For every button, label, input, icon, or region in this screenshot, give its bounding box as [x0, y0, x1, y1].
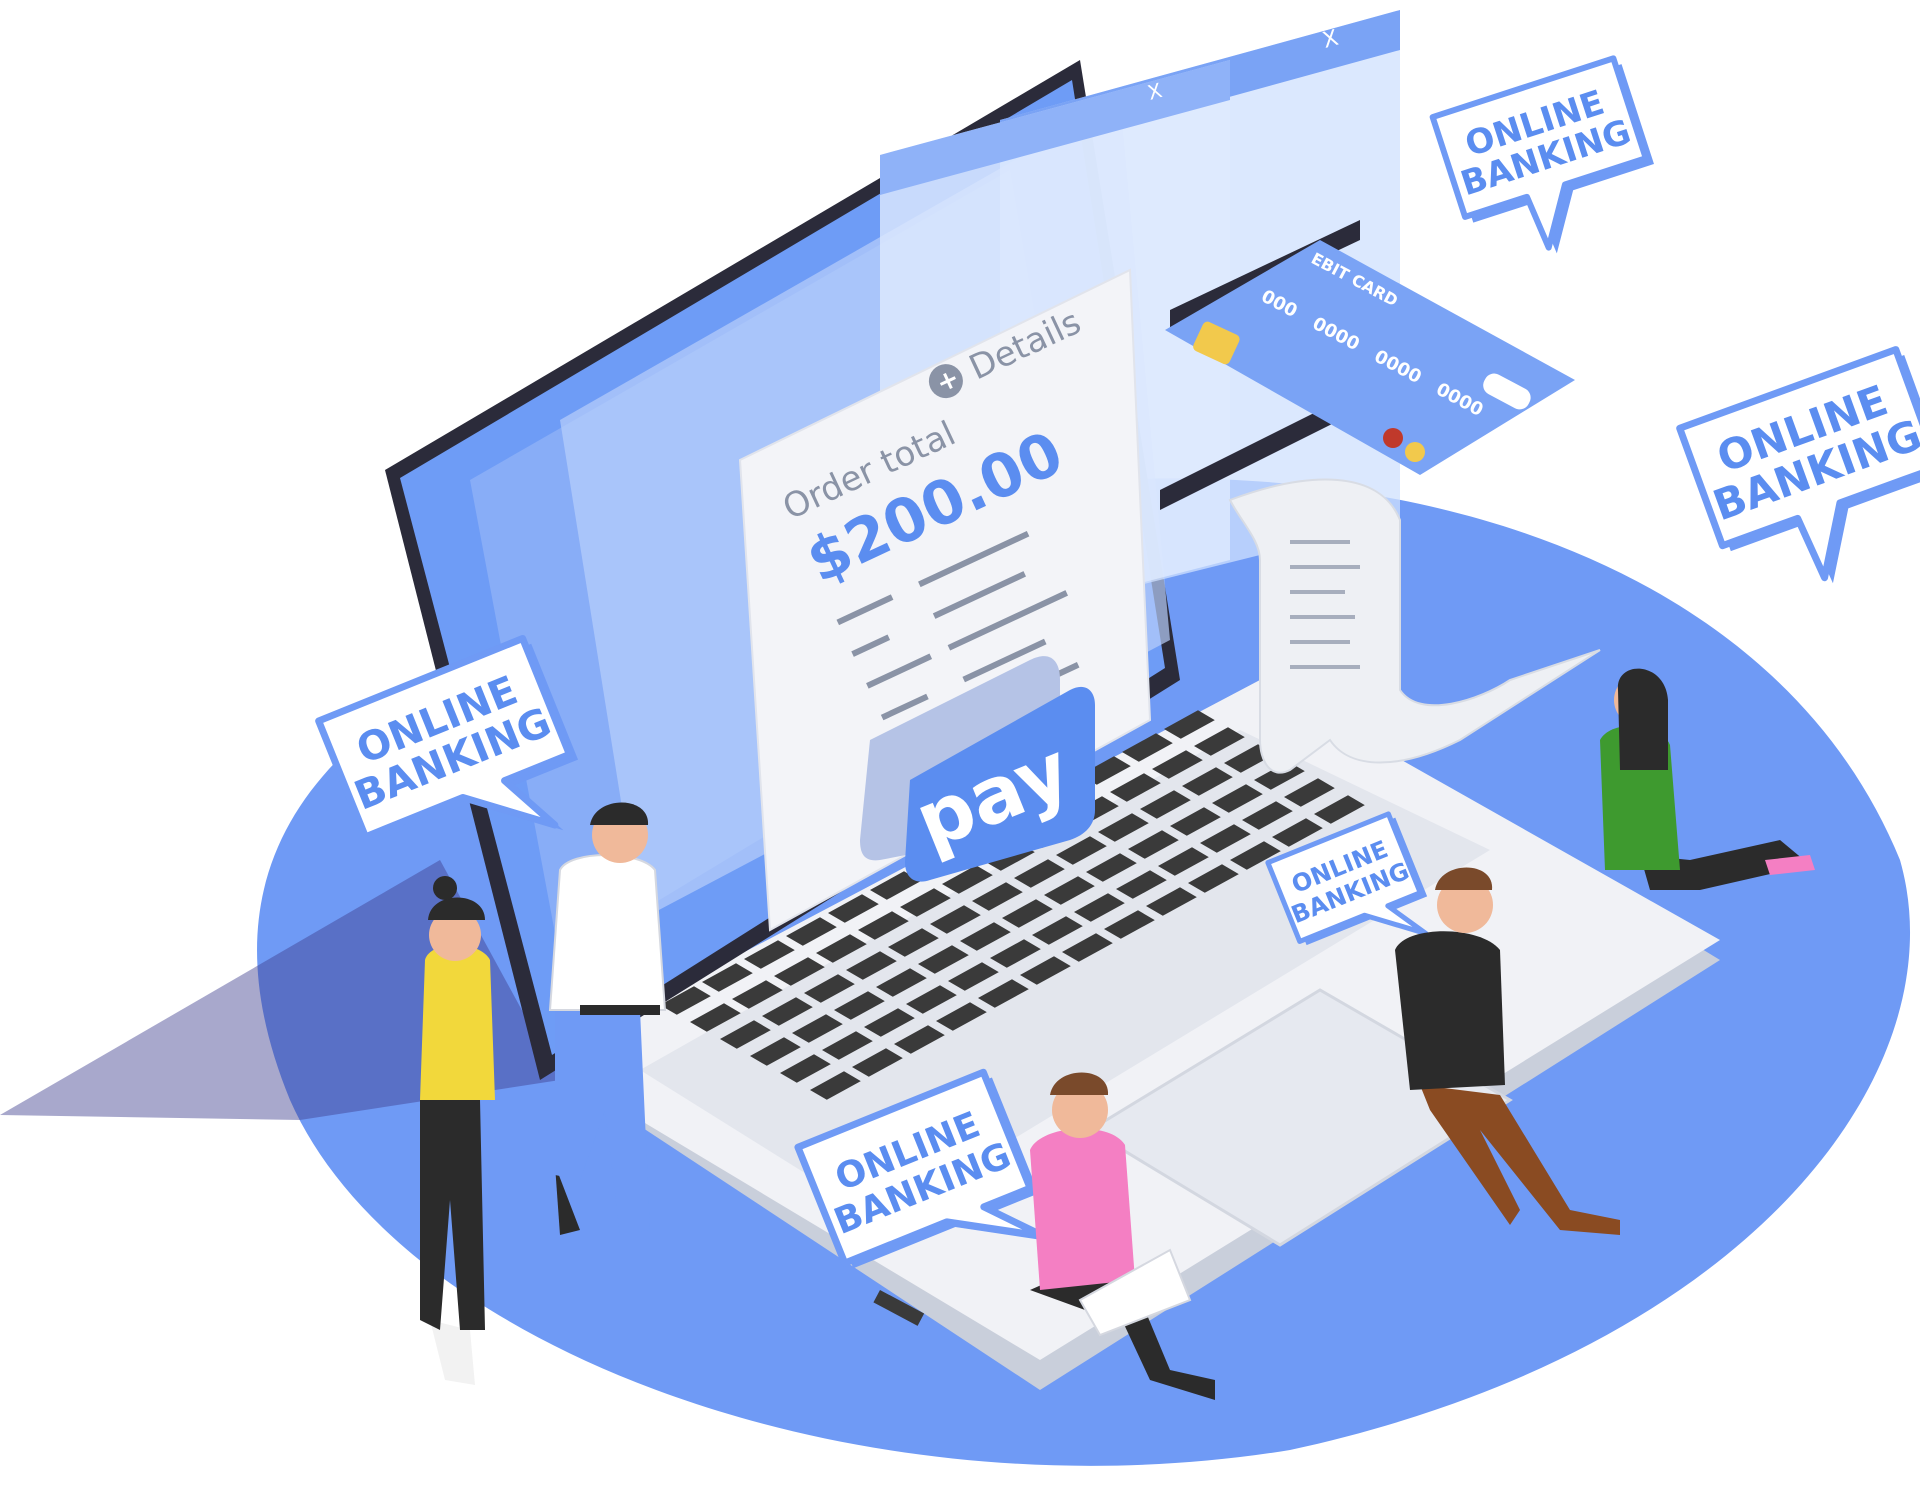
bubble-top-right: ONLINE BANKING	[1429, 55, 1654, 254]
online-banking-illustration: X X Order total $200.00 + Details pay EB…	[0, 10, 1920, 1466]
card-logo-yellow	[1405, 442, 1425, 462]
bubble-right: ONLINE BANKING	[1676, 346, 1920, 584]
card-logo-red	[1383, 428, 1403, 448]
